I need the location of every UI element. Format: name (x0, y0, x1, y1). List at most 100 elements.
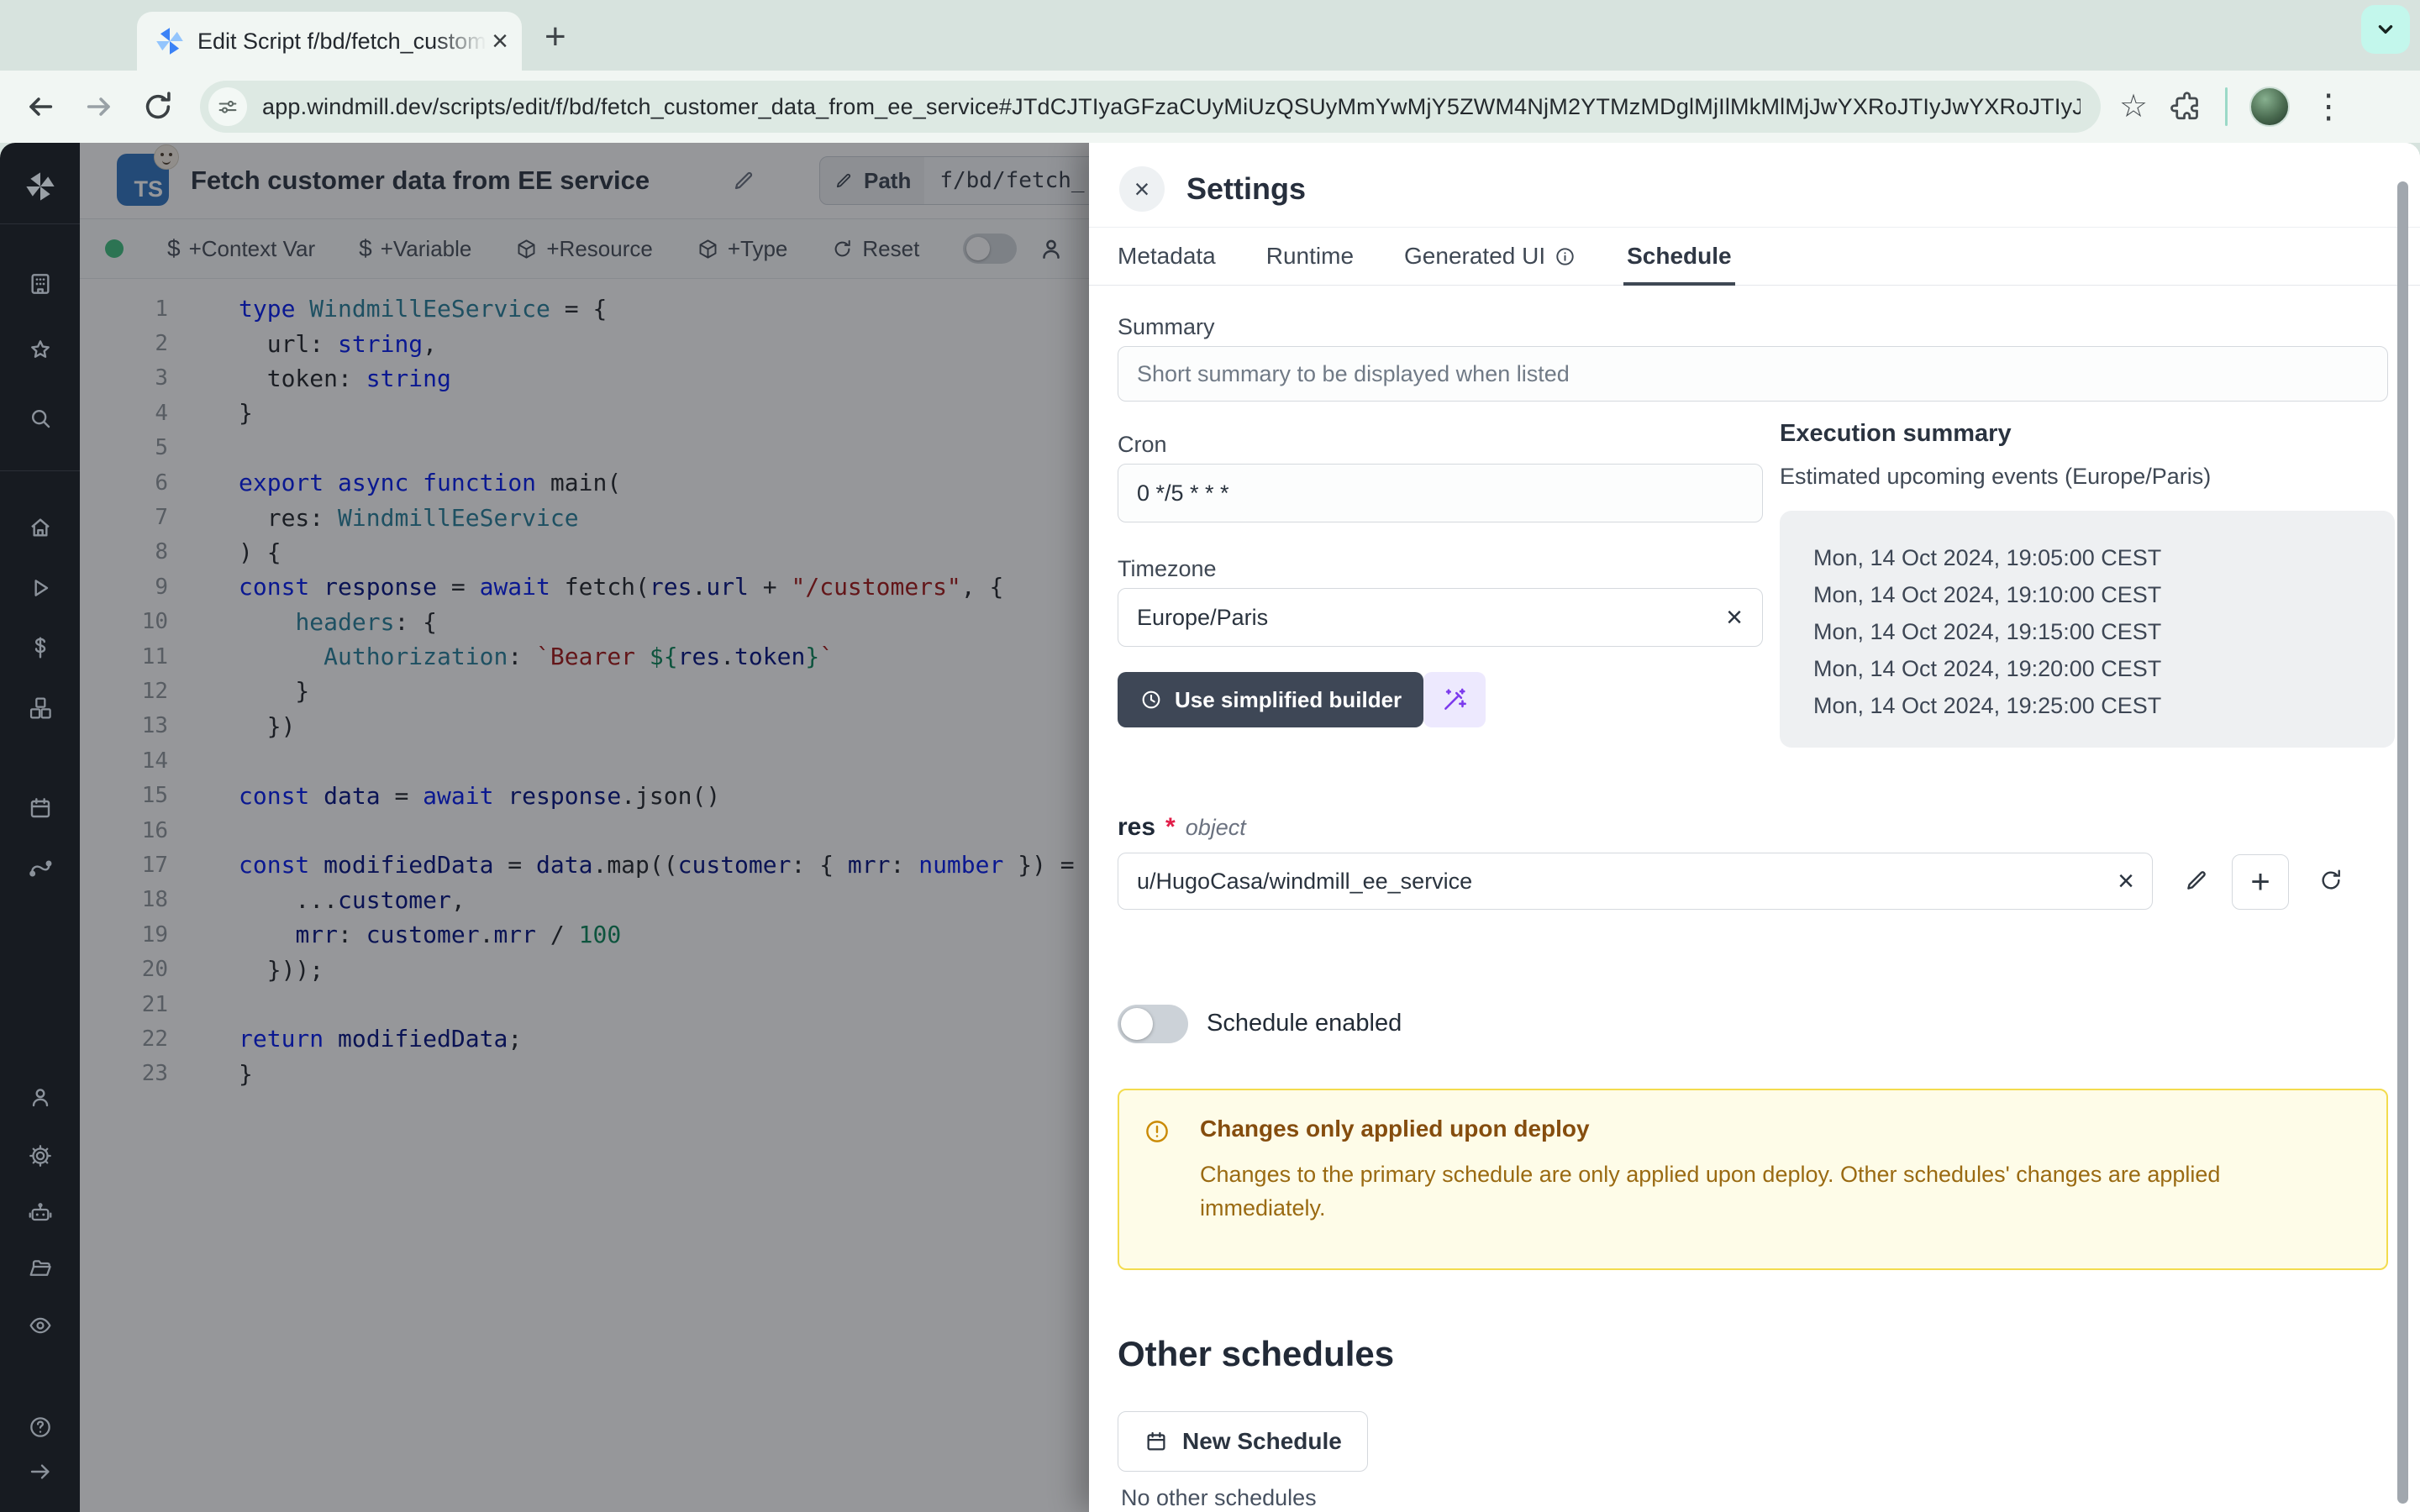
tab-title: Edit Script f/bd/fetch_custom (197, 29, 487, 55)
resources-icon[interactable] (27, 695, 54, 722)
tab-metadata[interactable]: Metadata (1118, 228, 1216, 285)
chevron-down-button[interactable] (2361, 5, 2410, 54)
tab-label: Runtime (1266, 243, 1354, 270)
warning-icon (1143, 1117, 1171, 1146)
workspace-icon[interactable] (27, 270, 54, 297)
tab-label: Schedule (1627, 243, 1731, 270)
upcoming-event: Mon, 14 Oct 2024, 19:20:00 CEST (1813, 650, 2395, 687)
magic-wand-icon (1440, 685, 1469, 714)
arg-name: res (1118, 813, 1155, 842)
other-schedules-title: Other schedules (1118, 1334, 1394, 1374)
refresh-icon (2317, 867, 2344, 894)
deploy-warning-box: Changes only applied upon deploy Changes… (1118, 1089, 2388, 1270)
arg-type: object (1186, 815, 1246, 841)
folders-icon[interactable] (27, 1255, 54, 1282)
no-other-schedules-text: No other schedules (1121, 1485, 1317, 1511)
variables-icon[interactable] (27, 634, 54, 661)
windmill-logo-icon[interactable] (24, 170, 57, 203)
back-icon[interactable] (22, 88, 59, 125)
search-icon[interactable] (27, 405, 54, 432)
help-icon[interactable] (27, 1414, 54, 1441)
site-info-icon[interactable] (208, 87, 247, 126)
upcoming-events-panel: Mon, 14 Oct 2024, 19:05:00 CESTMon, 14 O… (1780, 511, 2395, 748)
timezone-input[interactable] (1118, 588, 1763, 647)
warning-body: Changes to the primary schedule are only… (1200, 1158, 2326, 1225)
sidebar-divider (0, 223, 80, 224)
schedules-icon[interactable] (27, 795, 54, 822)
tab-runtime[interactable]: Runtime (1266, 228, 1354, 285)
summary-label: Summary (1118, 314, 1215, 340)
clear-timezone-icon[interactable]: × (1726, 603, 1743, 632)
new-schedule-label: New Schedule (1182, 1428, 1342, 1455)
home-icon[interactable] (27, 514, 54, 541)
clock-icon (1139, 688, 1163, 711)
refresh-resource-button[interactable] (2309, 858, 2353, 902)
new-tab-button[interactable]: + (544, 18, 566, 55)
timezone-label: Timezone (1118, 556, 1217, 582)
toolbar-divider (2225, 87, 2228, 126)
runs-icon[interactable] (27, 575, 54, 601)
chevron-down-icon (2373, 17, 2398, 42)
calendar-icon (1144, 1429, 1169, 1454)
settings-drawer: × Settings Metadata Runtime Generated UI… (1089, 143, 2420, 1512)
tab-close-icon[interactable]: × (492, 27, 508, 55)
audit-eye-icon[interactable] (27, 1312, 54, 1339)
schedule-enabled-toggle[interactable] (1118, 1005, 1188, 1043)
app-sidebar (0, 143, 80, 1512)
upcoming-event: Mon, 14 Oct 2024, 19:05:00 CEST (1813, 539, 2395, 576)
clear-resource-icon[interactable]: × (2118, 867, 2134, 895)
settings-tabs: Metadata Runtime Generated UI Schedule (1089, 227, 2420, 286)
info-icon (1554, 245, 1576, 268)
forward-icon[interactable] (81, 88, 118, 125)
execution-summary-title: Execution summary (1780, 420, 2012, 448)
tab-label: Generated UI (1404, 243, 1545, 270)
cron-input[interactable] (1118, 464, 1763, 522)
user-icon[interactable] (27, 1084, 54, 1110)
browser-tab[interactable]: Edit Script f/bd/fetch_custom × (137, 12, 522, 71)
summary-input[interactable] (1118, 346, 2388, 402)
sidebar-divider (0, 470, 80, 471)
add-resource-button[interactable]: + (2232, 854, 2289, 910)
workers-robot-icon[interactable] (27, 1200, 54, 1226)
edit-resource-button[interactable] (2175, 858, 2218, 902)
drawer-title: Settings (1186, 171, 1306, 207)
required-marker: * (1165, 813, 1176, 842)
reload-icon[interactable] (139, 88, 176, 125)
browser-toolbar: app.windmill.dev/scripts/edit/f/bd/fetch… (0, 71, 2420, 143)
execution-summary-subtitle: Estimated upcoming events (Europe/Paris) (1780, 464, 2211, 490)
windmill-favicon-icon (154, 25, 186, 57)
resource-field: × (1118, 853, 2153, 910)
bookmark-star-icon[interactable]: ☆ (2119, 91, 2148, 123)
warning-title: Changes only applied upon deploy (1200, 1116, 1590, 1142)
new-schedule-button[interactable]: New Schedule (1118, 1411, 1368, 1472)
tab-generated-ui[interactable]: Generated UI (1404, 228, 1576, 285)
browser-menu-icon[interactable]: ⋮ (2312, 90, 2345, 123)
browser-tab-strip: Edit Script f/bd/fetch_custom × + (0, 0, 2420, 71)
tab-schedule[interactable]: Schedule (1627, 228, 1731, 285)
url-text: app.windmill.dev/scripts/edit/f/bd/fetch… (262, 94, 2081, 120)
settings-gear-icon[interactable] (27, 1142, 54, 1169)
upcoming-event: Mon, 14 Oct 2024, 19:25:00 CEST (1813, 687, 2395, 724)
drawer-scrollbar[interactable] (2397, 181, 2408, 1504)
flows-icon[interactable] (27, 855, 54, 882)
windmill-app: TS Fetch customer data from EE service P… (0, 143, 2420, 1512)
resource-input[interactable] (1118, 853, 2153, 910)
favorites-star-icon[interactable] (27, 337, 54, 364)
tab-label: Metadata (1118, 243, 1216, 270)
profile-avatar[interactable] (2249, 87, 2290, 127)
resource-arg-header: res * object (1118, 813, 1246, 842)
upcoming-event: Mon, 14 Oct 2024, 19:10:00 CEST (1813, 576, 2395, 613)
close-button[interactable]: × (1119, 166, 1165, 212)
simplified-builder-button[interactable]: Use simplified builder (1118, 672, 1423, 727)
collapse-arrow-icon[interactable] (27, 1458, 54, 1485)
simplified-builder-label: Use simplified builder (1175, 687, 1402, 713)
ai-cron-button[interactable] (1423, 672, 1486, 727)
modal-dim-overlay (80, 143, 1089, 1512)
timezone-field: × (1118, 588, 1763, 647)
address-bar[interactable]: app.windmill.dev/scripts/edit/f/bd/fetch… (200, 81, 2101, 133)
screen: Edit Script f/bd/fetch_custom × + app.wi… (0, 0, 2420, 1512)
cron-label: Cron (1118, 432, 1167, 458)
extensions-icon[interactable] (2170, 90, 2203, 123)
upcoming-event: Mon, 14 Oct 2024, 19:15:00 CEST (1813, 613, 2395, 650)
pencil-icon (2183, 867, 2210, 894)
